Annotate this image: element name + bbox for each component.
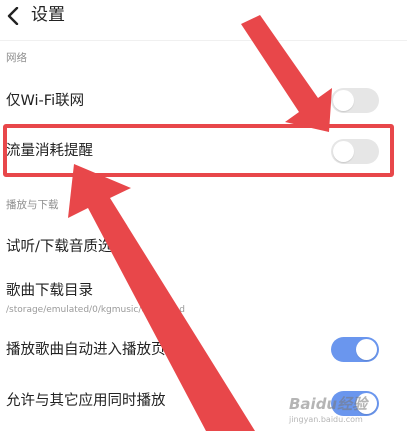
setting-title-wifi-only: 仅Wi-Fi联网: [6, 93, 85, 109]
setting-row-wifi-only[interactable]: 仅Wi-Fi联网: [0, 82, 407, 122]
baidu-jingyan-watermark: Baidu经验 jingyan.baidu.com: [287, 393, 397, 427]
back-button[interactable]: [2, 3, 24, 29]
setting-title-quality: 试听/下载音质选择: [6, 239, 127, 255]
watermark-site: jingyan.baidu.com: [289, 415, 363, 424]
setting-row-quality[interactable]: 试听/下载音质选择: [0, 229, 407, 267]
top-bar: 设置: [0, 0, 407, 34]
chevron-left-icon: [7, 7, 19, 25]
setting-title-download-dir: 歌曲下载目录: [6, 283, 93, 299]
setting-row-auto-play-page[interactable]: 播放歌曲自动进入播放页: [0, 333, 407, 371]
section-label-network: 网络: [6, 52, 27, 64]
wifi-only-toggle[interactable]: [331, 88, 379, 113]
auto-play-page-toggle[interactable]: [331, 337, 379, 362]
page-title: 设置: [31, 5, 65, 25]
setting-row-download-dir[interactable]: 歌曲下载目录 /storage/emulated/0/kgmusic/downl…: [0, 278, 407, 320]
header-divider: [0, 40, 407, 41]
watermark-logo: Baidu经验: [289, 395, 368, 413]
toggle-knob: [356, 339, 377, 360]
section-label-playback: 播放与下载: [6, 199, 59, 211]
download-dir-path: /storage/emulated/0/kgmusic/download: [6, 305, 185, 315]
annotation-highlight-box: [3, 124, 394, 177]
toggle-knob: [333, 90, 354, 111]
setting-title-mix-play: 允许与其它应用同时播放: [6, 393, 166, 409]
setting-title-auto-play-page: 播放歌曲自动进入播放页: [6, 342, 166, 358]
